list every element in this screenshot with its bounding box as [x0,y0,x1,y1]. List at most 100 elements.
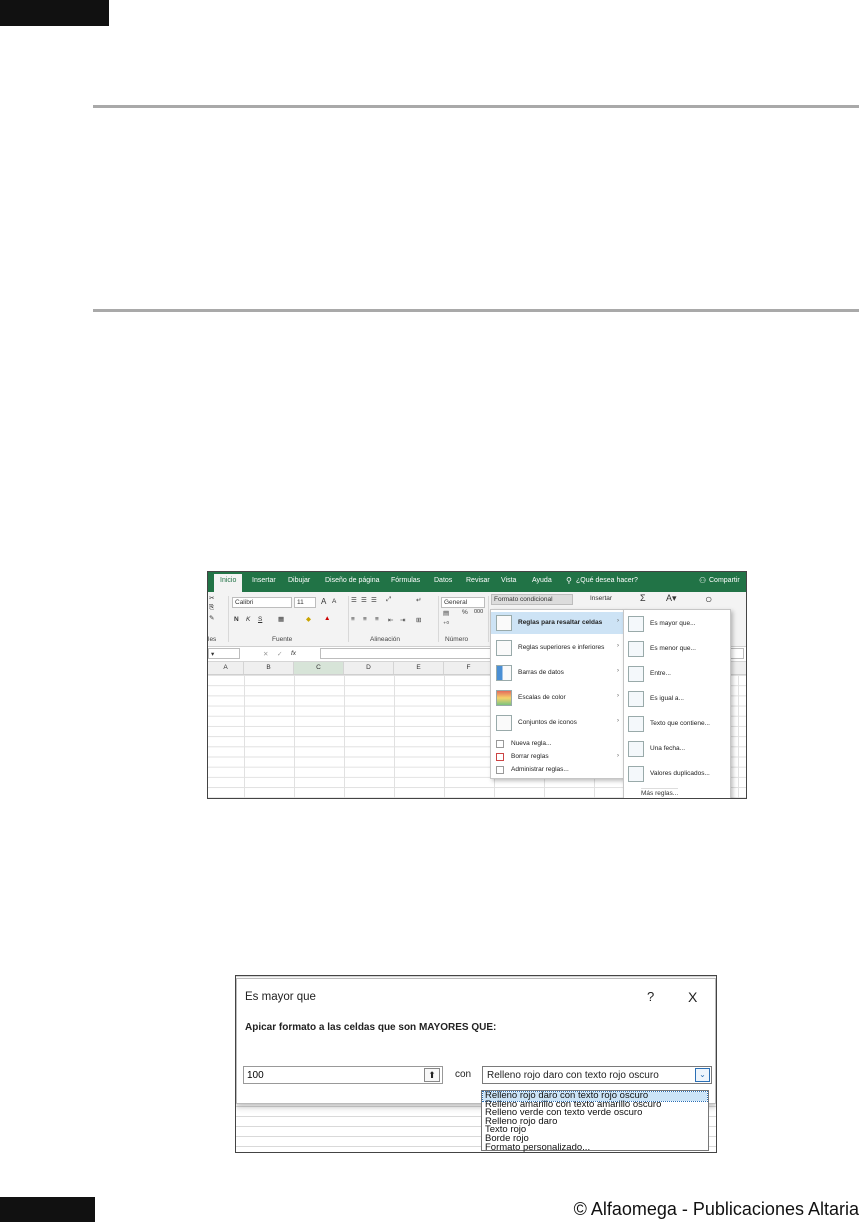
insert-cells-button[interactable]: Insertar [588,594,630,605]
format-select-value: Relleno rojo daro con texto rojo oscuro [487,1070,659,1081]
close-button[interactable]: X [688,989,697,1005]
bold-button[interactable]: N [234,616,239,623]
conditional-format-button[interactable]: Formato condicional [491,594,573,605]
underline-button[interactable]: S [258,616,262,623]
align-middle-icon[interactable]: ☰ [361,596,367,604]
name-box[interactable]: ▾ [208,648,240,659]
submenu-date[interactable]: Una fecha... [624,737,730,762]
number-format-select[interactable]: General [441,597,485,608]
autosum-button[interactable]: Σ [640,593,646,603]
share-icon[interactable]: ⚇ [699,576,706,585]
collapse-dialog-icon[interactable]: ⬆ [424,1068,440,1082]
merge-icon[interactable]: ⊞ [416,616,421,624]
align-right-icon[interactable]: ≡ [375,616,379,623]
menu-item-data-bars[interactable]: Barras de datos › [491,662,624,684]
percent-button[interactable]: % [462,609,468,616]
tab-vista[interactable]: Vista [501,577,516,584]
cut-icon[interactable]: ✂ [209,594,214,602]
format-select[interactable]: Relleno rojo daro con texto rojo oscuro … [482,1066,712,1084]
borders-icon[interactable]: ▦ [278,615,284,623]
share-button[interactable]: Compartir [709,577,740,584]
value-input[interactable] [247,1069,417,1081]
submenu-between[interactable]: Entre... [624,662,730,687]
more-rules-link[interactable]: Más reglas... [641,788,679,797]
outdent-icon[interactable]: ⇥ [400,616,405,624]
decimal-icon[interactable]: ⁺⁰ [443,620,449,628]
fx-button[interactable]: fx [291,650,296,657]
tab-dibujar[interactable]: Dibujar [288,577,310,584]
submenu-arrow-icon: › [617,693,619,699]
wrap-text-icon[interactable]: ↵ [416,596,421,604]
fill-color-icon[interactable]: ◆ [306,615,311,623]
cancel-icon[interactable]: ✕ [263,650,268,658]
tell-me-search[interactable]: ¿Qué desea hacer? [576,577,638,584]
submenu-arrow-icon: › [617,618,619,624]
menu-item-highlight-rules[interactable]: Reglas para resaltar celdas › [491,612,624,634]
clear-rules-icon [496,753,504,761]
tab-datos[interactable]: Datos [434,577,452,584]
indent-icon[interactable]: ⇤ [388,616,393,624]
menu-item-clear-rules[interactable]: Borrar reglas › [491,751,624,763]
highlight-rules-icon [496,615,512,631]
column-header[interactable]: A [208,662,244,674]
greater-than-dialog: Es mayor que ? X Apicar formato a las ce… [236,978,716,1104]
tab-ayuda[interactable]: Ayuda [532,577,552,584]
dialog-title: Es mayor que [245,991,316,1003]
excel-conditional-format-screenshot: Inicio Insertar Dibujar Diseño de página… [207,571,747,799]
dialog-instruction: Apicar formato a las celdas que son MAYO… [245,1022,497,1033]
group-separator [438,596,439,642]
menu-item-icon-sets[interactable]: Conjuntos de iconos › [491,712,624,734]
tab-inicio[interactable]: Inicio [214,574,243,592]
submenu-less-than[interactable]: Es menor que... [624,637,730,662]
format-option[interactable]: Formato personalizado... [483,1143,707,1152]
align-left-icon[interactable]: ≡ [351,616,355,623]
find-icon[interactable]: ○ [705,592,712,606]
align-top-icon[interactable]: ☰ [351,596,357,604]
grow-font-button[interactable]: A [321,597,326,606]
search-icon[interactable]: ⚲ [566,576,572,585]
tab-insertar[interactable]: Insertar [252,577,276,584]
thousands-button[interactable]: 000 [474,609,483,615]
submenu-equal-to[interactable]: Es igual a... [624,687,730,712]
shrink-font-button[interactable]: A [332,598,336,605]
font-name-select[interactable]: Calibri [232,597,292,608]
align-bottom-icon[interactable]: ☰ [371,596,377,604]
format-painter-icon[interactable]: ✎ [209,614,214,622]
value-field[interactable]: ⬆ [243,1066,443,1084]
submenu-text-contains[interactable]: Texto que contiene... [624,712,730,737]
column-header[interactable]: D [344,662,394,674]
new-rule-icon [496,740,504,748]
font-size-select[interactable]: 11 [294,597,316,608]
duplicate-values-icon [628,766,644,782]
orientation-icon[interactable]: ⤢ [386,596,391,604]
align-center-icon[interactable]: ≡ [363,616,367,623]
submenu-duplicate-values[interactable]: Valores duplicados... [624,762,730,787]
currency-icon[interactable]: ▤ [443,609,449,617]
menu-item-new-rule[interactable]: Nueva regla... [491,738,624,750]
grid-line [444,675,445,798]
sort-filter-icon[interactable]: A▾ [666,593,677,604]
copy-icon[interactable]: ⎘ [209,604,214,612]
confirm-icon[interactable]: ✓ [277,650,282,658]
column-header[interactable]: C [294,662,344,674]
manage-rules-icon [496,766,504,774]
italic-button[interactable]: K [246,616,250,623]
font-color-icon[interactable]: ▲ [324,615,330,622]
color-scales-icon [496,690,512,706]
footer-black-block [0,1197,95,1222]
tab-revisar[interactable]: Revisar [466,577,490,584]
column-header[interactable]: E [394,662,444,674]
menu-item-manage-rules[interactable]: Administrar reglas... [491,764,624,776]
submenu-greater-than[interactable]: Es mayor que... [624,612,730,637]
tab-formulas[interactable]: Fórmulas [391,577,420,584]
chevron-down-icon[interactable]: ⌄ [695,1068,710,1082]
greater-than-dialog-screenshot: Es mayor que ? X Apicar formato a las ce… [235,975,717,1153]
column-header[interactable]: F [444,662,494,674]
menu-item-color-scales[interactable]: Escalas de color › [491,687,624,709]
top-rule [93,105,859,108]
menu-item-top-bottom-rules[interactable]: Reglas superiores e inferiores › [491,637,624,659]
tab-diseno-pagina[interactable]: Diseño de página [325,577,380,584]
help-button[interactable]: ? [647,989,654,1004]
column-header[interactable]: B [244,662,294,674]
less-than-icon [628,641,644,657]
